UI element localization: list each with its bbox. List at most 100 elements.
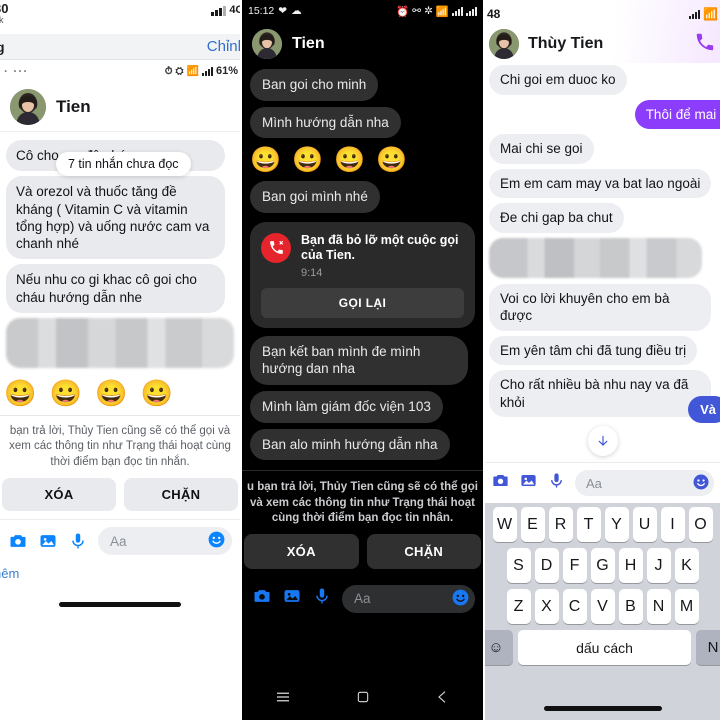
key[interactable]: O: [688, 507, 713, 543]
message-input[interactable]: Aa: [98, 527, 232, 556]
message-bubble[interactable]: Và orezol và thuốc tăng đề kháng ( Vitam…: [6, 176, 225, 260]
key[interactable]: N: [646, 589, 671, 625]
message-input-placeholder: Aa: [586, 475, 602, 491]
action-buttons: XÓA CHẶN: [242, 533, 483, 579]
block-button[interactable]: CHẶN: [124, 478, 238, 512]
delete-button[interactable]: XÓA: [244, 533, 359, 569]
emoji-reaction[interactable]: 😀: [292, 146, 325, 174]
key[interactable]: H: [618, 548, 643, 584]
message-bubble[interactable]: Mai chi se goi: [489, 134, 594, 164]
emoji-reaction[interactable]: 😀: [4, 378, 39, 408]
key[interactable]: T: [576, 507, 601, 543]
message-bubble[interactable]: Mình làm giám đốc viện 103: [250, 390, 443, 423]
photo-icon[interactable]: [519, 471, 538, 495]
avatar[interactable]: [489, 29, 519, 59]
home-indicator: [543, 706, 662, 712]
back-icon[interactable]: [435, 689, 451, 710]
chat-header: Thùy Tien: [485, 26, 720, 63]
key[interactable]: G: [590, 548, 615, 584]
privacy-notice: u bạn trả lời, Thủy Tien cũng sẽ có thể …: [242, 470, 483, 534]
emoji-icon[interactable]: [207, 530, 226, 552]
keyboard-row-3: Z X C V B N M: [485, 589, 720, 625]
message-bubble[interactable]: Mình hướng dẫn nha: [250, 106, 401, 139]
call-back-button[interactable]: GỌI LẠI: [261, 287, 464, 318]
key[interactable]: B: [618, 589, 643, 625]
panel-middle-android-chat: 15:12 ❤ ☁ ⏰ ⚯ ✲ 📶 Tien Ban goi cho minh …: [240, 0, 485, 720]
message-bubble[interactable]: Ban goi mình nhé: [250, 181, 380, 213]
outgoing-chip[interactable]: Và: [688, 396, 720, 423]
message-bubble[interactable]: Em em cam may va bat lao ngoài: [489, 168, 712, 199]
message-bubble[interactable]: Đe chi gap ba chut: [489, 203, 624, 233]
space-key[interactable]: dấu cách: [518, 630, 691, 666]
message-bubble[interactable]: Bạn kết ban mình đe mình hướng dan nha: [250, 335, 469, 385]
message-bubble[interactable]: Ban alo minh hướng dẫn nha: [250, 428, 450, 461]
scroll-to-bottom-button[interactable]: [587, 426, 618, 457]
nav-back-glyph[interactable]: g: [0, 39, 5, 55]
message-bubble-redacted[interactable]: [489, 237, 703, 278]
message-input[interactable]: Aa: [575, 470, 714, 497]
microphone-icon[interactable]: [68, 531, 88, 551]
camera-icon[interactable]: [8, 531, 28, 551]
emoji-reaction[interactable]: 😀: [50, 378, 85, 408]
key[interactable]: R: [548, 507, 573, 543]
camera-icon[interactable]: [491, 471, 510, 495]
message-input[interactable]: Aa: [342, 584, 475, 613]
key[interactable]: Z: [506, 589, 531, 625]
avatar[interactable]: [10, 89, 46, 125]
key[interactable]: C: [562, 589, 587, 625]
message-bubble[interactable]: Chi goi em duoc ko: [489, 65, 627, 95]
more-link[interactable]: hêm: [0, 566, 19, 581]
phone-call-icon[interactable]: [694, 31, 716, 58]
message-composer: Aa: [242, 579, 483, 621]
message-bubble[interactable]: Nếu nhu co gi khac cô goi cho cháu hướng…: [6, 264, 225, 313]
delete-button[interactable]: XÓA: [2, 478, 116, 512]
signal-dots-icon: [211, 5, 227, 16]
message-bubble-outgoing[interactable]: Thôi để mai nh: [634, 99, 720, 130]
next-key[interactable]: N: [696, 630, 720, 666]
message-bubble-redacted[interactable]: [6, 317, 234, 368]
emoji-reaction[interactable]: 😀: [334, 146, 367, 174]
outer-status-time: 30: [0, 1, 9, 16]
menu-icon[interactable]: [274, 688, 292, 711]
chat-header: Tien: [242, 22, 483, 67]
edit-button[interactable]: Chỉnh: [207, 38, 240, 55]
key[interactable]: J: [646, 548, 671, 584]
photo-icon[interactable]: [282, 586, 302, 611]
camera-icon[interactable]: [252, 586, 272, 611]
emoji-key[interactable]: ☺: [485, 630, 513, 666]
key[interactable]: U: [632, 507, 657, 543]
key[interactable]: V: [590, 589, 615, 625]
message-bubble[interactable]: Em yên tâm chi đã tung điều trị: [489, 335, 698, 366]
key[interactable]: D: [534, 548, 559, 584]
message-bubble[interactable]: Cho rất nhiều bà nhu nay va đã khỏi: [489, 370, 712, 418]
key[interactable]: M: [674, 589, 699, 625]
key[interactable]: X: [534, 589, 559, 625]
emoji-reaction[interactable]: 😀: [95, 378, 130, 408]
key[interactable]: F: [562, 548, 587, 584]
emoji-reaction[interactable]: 😀: [141, 378, 176, 408]
avatar[interactable]: [252, 29, 282, 59]
emoji-reaction[interactable]: 😀: [376, 146, 409, 174]
emoji-icon[interactable]: [451, 588, 470, 610]
signal-bars-icon: [201, 66, 213, 76]
key[interactable]: I: [660, 507, 685, 543]
action-buttons: XÓA CHẶN: [0, 476, 240, 519]
key[interactable]: S: [506, 548, 531, 584]
heart-icon: ❤: [278, 5, 288, 17]
message-bubble[interactable]: Ban goi cho minh: [250, 69, 379, 101]
microphone-icon[interactable]: [312, 586, 332, 611]
emoji-icon[interactable]: [692, 473, 710, 494]
bluetooth-icon: ✲: [424, 5, 433, 17]
key[interactable]: W: [492, 507, 517, 543]
keyboard-row-4: ☺ dấu cách N: [485, 630, 720, 666]
emoji-reaction[interactable]: 😀: [250, 146, 283, 174]
message-bubble[interactable]: Voi co lời khuyên cho em bà được: [489, 283, 712, 331]
status-right: ⏰ ⚯ ✲ 📶: [396, 5, 477, 18]
key[interactable]: Y: [604, 507, 629, 543]
home-icon[interactable]: [355, 689, 371, 710]
key[interactable]: E: [520, 507, 545, 543]
key[interactable]: K: [674, 548, 699, 584]
microphone-icon[interactable]: [547, 471, 566, 495]
block-button[interactable]: CHẶN: [366, 533, 481, 569]
photo-icon[interactable]: [38, 531, 58, 551]
